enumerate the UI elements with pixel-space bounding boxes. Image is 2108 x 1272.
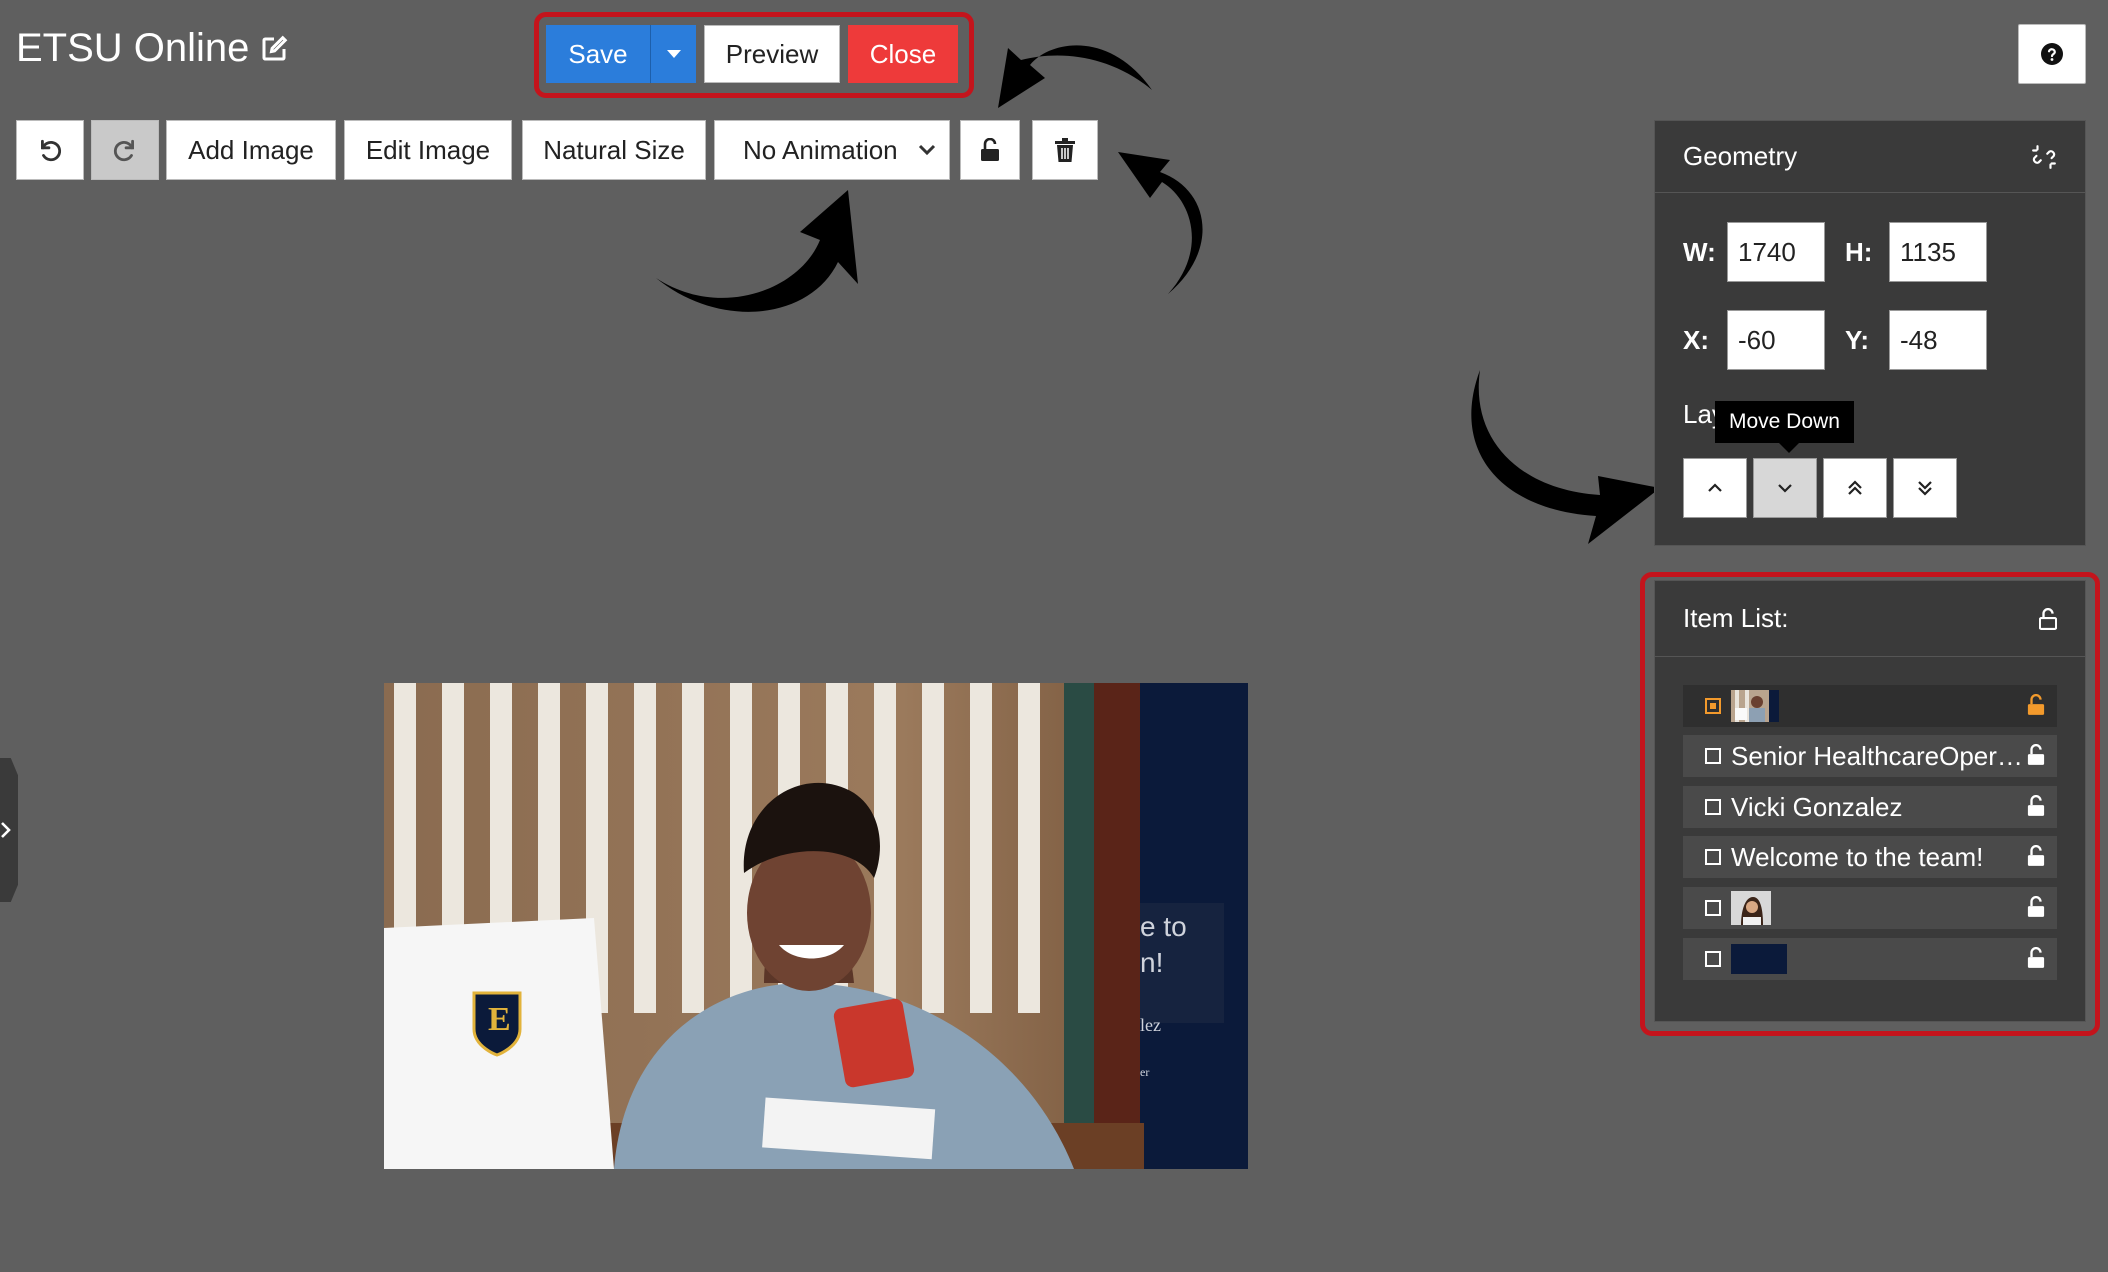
width-label: W: — [1683, 237, 1716, 267]
arrow-to-lock-button — [1118, 152, 1203, 294]
overlay-role-fragment: er — [1140, 1065, 1150, 1079]
laptop-logo-letter: E — [488, 1001, 511, 1038]
geometry-header: Geometry — [1655, 121, 2085, 193]
y-label: Y: — [1845, 325, 1870, 355]
unlock-icon[interactable] — [2027, 744, 2045, 766]
side-panel-toggle[interactable] — [0, 758, 18, 902]
student-photo — [384, 683, 1248, 1169]
list-item[interactable] — [1683, 887, 2057, 929]
item-label: Senior HealthcareOperations — [1731, 740, 2027, 771]
x-label: X: — [1683, 325, 1709, 355]
item-label: Welcome to the team! — [1731, 841, 1984, 872]
overlay-heading-line1: e to — [1140, 911, 1187, 942]
unlock-icon[interactable] — [2027, 795, 2045, 817]
unlock-icon[interactable] — [2027, 694, 2045, 716]
item-checkbox[interactable] — [1705, 698, 1721, 714]
list-item[interactable] — [1683, 938, 2057, 980]
arrow-to-layer-buttons — [1471, 370, 1660, 544]
double-chevron-up-icon — [1848, 480, 1862, 495]
canvas-selected-image[interactable]: E e to n! lez er — [384, 683, 1248, 1169]
item-list-title: Item List: — [1683, 603, 1789, 633]
item-checkbox[interactable] — [1705, 799, 1721, 815]
width-input[interactable]: 1740 — [1727, 222, 1825, 282]
item-checkbox[interactable] — [1705, 900, 1721, 916]
item-label: Vicki Gonzalez — [1731, 791, 1903, 822]
geometry-panel: Geometry W: 1740 H: 1135 X: -60 Y: -48 L… — [1654, 120, 2086, 546]
item-checkbox[interactable] — [1705, 748, 1721, 764]
list-item[interactable]: Vicki Gonzalez — [1683, 786, 2057, 828]
portrait-image-thumbnail — [1731, 891, 1771, 925]
height-input[interactable]: 1135 — [1889, 222, 1987, 282]
y-input[interactable]: -48 — [1889, 310, 1987, 370]
height-label: H: — [1845, 237, 1873, 267]
chevron-down-icon — [1778, 484, 1792, 493]
overlay-name-fragment: lez — [1140, 1015, 1161, 1035]
unlink-icon[interactable] — [2031, 144, 2057, 170]
item-list-header: Item List: — [1655, 581, 2085, 657]
unlock-icon[interactable] — [2027, 845, 2045, 867]
chevron-right-icon — [1, 822, 11, 838]
move-up-button[interactable] — [1683, 458, 1747, 518]
move-down-button[interactable] — [1753, 458, 1817, 518]
navy-rectangle-thumbnail — [1731, 944, 1787, 974]
item-checkbox[interactable] — [1705, 951, 1721, 967]
chevron-up-icon — [1708, 483, 1722, 492]
send-to-back-button[interactable] — [1893, 458, 1957, 518]
x-input[interactable]: -60 — [1727, 310, 1825, 370]
list-item[interactable]: Welcome to the team! — [1683, 836, 2057, 878]
item-list-panel: Item List: Senior HealthcareOperations — [1654, 580, 2086, 1022]
list-item[interactable]: Senior HealthcareOperations — [1683, 735, 2057, 777]
double-chevron-down-icon — [1918, 481, 1932, 496]
item-checkbox[interactable] — [1705, 849, 1721, 865]
unlock-icon[interactable] — [2027, 896, 2045, 918]
student-image-thumbnail — [1731, 690, 1779, 722]
arrow-to-animation-select — [656, 190, 858, 312]
unlock-icon[interactable] — [2027, 947, 2045, 969]
overlay-heading-line2: n! — [1140, 947, 1164, 978]
unlock-all-icon[interactable] — [2039, 607, 2057, 630]
list-item[interactable] — [1683, 685, 2057, 727]
arrow-to-action-buttons — [998, 45, 1152, 108]
move-down-tooltip: Move Down — [1715, 401, 1854, 453]
geometry-title: Geometry — [1683, 141, 1798, 171]
bring-to-front-button[interactable] — [1823, 458, 1887, 518]
